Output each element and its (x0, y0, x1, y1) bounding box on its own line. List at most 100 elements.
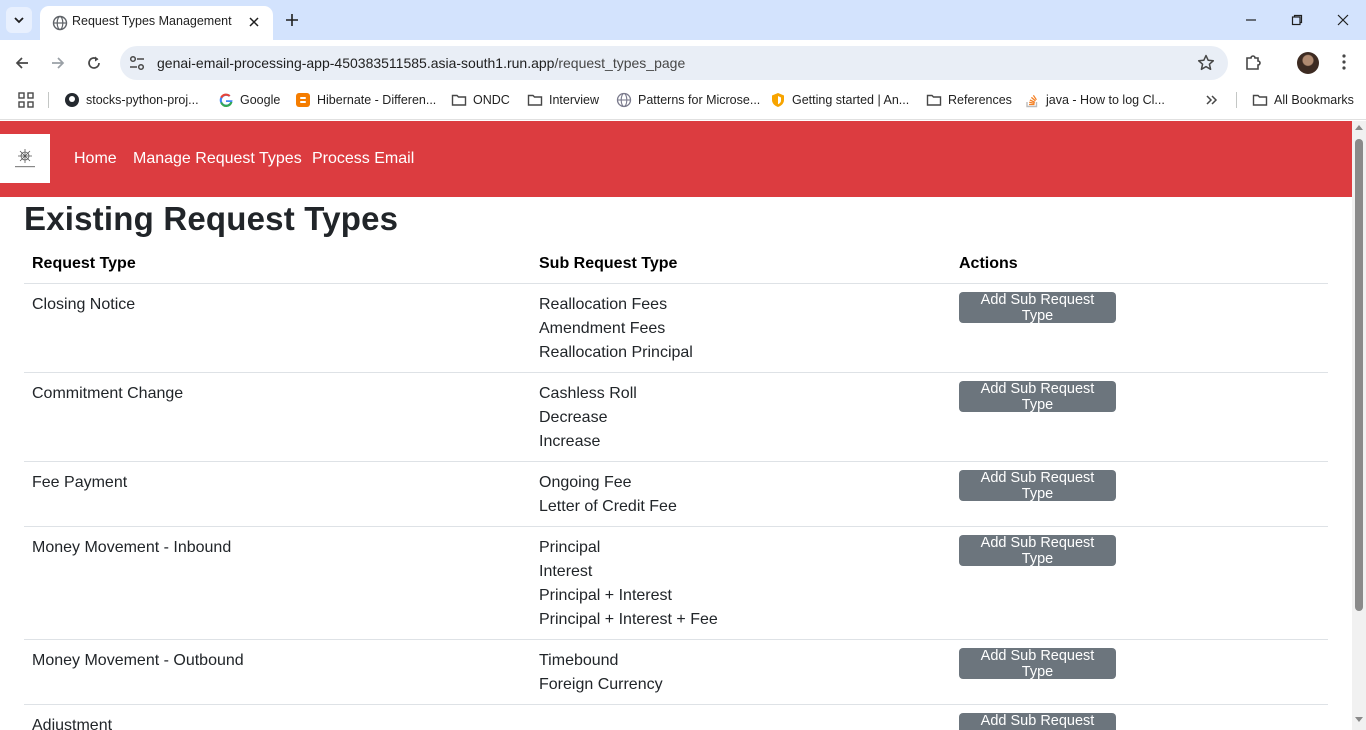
sub-request-item: Cashless Roll (539, 385, 637, 402)
url-host: genai-email-processing-app-450383511585.… (157, 55, 555, 71)
add-sub-request-type-button[interactable]: Add Sub Request Type (959, 535, 1116, 567)
sub-request-list: Cashless Roll Decrease Increase (539, 382, 637, 454)
table-divider (24, 704, 1328, 705)
bookmark-item[interactable]: Patterns for Microse... (616, 91, 760, 109)
page-viewport: Home Manage Request Types Process Email … (0, 121, 1352, 730)
folder-icon (451, 94, 467, 106)
stackoverflow-icon (1026, 94, 1038, 108)
sub-request-item: Reallocation Fees (539, 296, 668, 313)
sub-request-item: Principal + Interest (539, 587, 672, 604)
github-icon (65, 93, 79, 107)
url-path: /request_types_page (554, 55, 686, 71)
bookmark-label: Google (240, 93, 281, 107)
column-header-sub-request-type: Sub Request Type (539, 255, 678, 272)
globe-icon (616, 92, 632, 108)
toolbar-divider (0, 119, 1366, 120)
all-bookmarks-button[interactable]: All Bookmarks (1252, 91, 1354, 109)
bookmark-item[interactable]: java - How to log Cl... (1024, 91, 1165, 109)
page-scrollbar[interactable] (1352, 121, 1366, 730)
tab-search-chevron-icon[interactable] (6, 7, 32, 33)
request-type-cell: Money Movement - Inbound (32, 539, 232, 556)
request-type-cell: Adjustment (32, 717, 113, 730)
bookmark-label: stocks-python-proj... (86, 93, 199, 107)
browser-tab[interactable]: Request Types Management (40, 6, 273, 40)
bookmark-item[interactable]: Hibernate - Differen... (295, 91, 436, 109)
forward-arrow-icon[interactable] (45, 50, 71, 76)
tab-title: Request Types Management (72, 14, 232, 28)
restore-icon[interactable] (1277, 6, 1317, 34)
bookmark-star-icon[interactable] (1196, 53, 1216, 73)
more-bookmarks-chevron-icon[interactable] (1204, 91, 1220, 109)
request-type-cell: Commitment Change (32, 385, 184, 402)
bookmark-label: Getting started | An... (792, 93, 910, 107)
nav-link-manage-request-types[interactable]: Manage Request Types (133, 150, 302, 168)
close-window-icon[interactable] (1323, 6, 1363, 34)
bookmark-item[interactable]: stocks-python-proj... (64, 91, 199, 109)
nav-link-process-email[interactable]: Process Email (312, 150, 414, 168)
table-divider (24, 461, 1328, 462)
bookmark-label: Hibernate - Differen... (317, 93, 437, 107)
shield-icon (772, 93, 784, 107)
sub-request-item: Reallocation Principal (539, 344, 693, 361)
request-type-cell: Closing Notice (32, 296, 136, 313)
bookmark-item[interactable]: Google (218, 91, 280, 109)
sub-request-list: Principal Interest Principal + Interest … (539, 536, 718, 632)
scrollbar-thumb[interactable] (1355, 139, 1363, 611)
table-divider (24, 526, 1328, 527)
more-menu-icon[interactable] (1333, 51, 1355, 73)
sub-request-item: Timebound (539, 652, 619, 669)
sub-request-item: Increase (539, 433, 601, 450)
bookmark-label: Interview (549, 93, 600, 107)
folder-icon (926, 94, 942, 106)
address-bar[interactable]: genai-email-processing-app-450383511585.… (120, 46, 1228, 80)
bookmarks-separator (48, 92, 49, 108)
add-sub-request-type-button[interactable]: Add Sub Request Type (959, 470, 1116, 502)
add-sub-request-type-button[interactable]: Add Sub Request Type (959, 648, 1116, 680)
bookmark-item[interactable]: ONDC (451, 91, 510, 109)
sub-request-list: Ongoing Fee Letter of Credit Fee (539, 471, 677, 519)
profile-avatar[interactable] (1297, 52, 1319, 74)
all-bookmarks-label: All Bookmarks (1274, 93, 1354, 107)
add-sub-request-type-button[interactable]: Add Sub Request Type (959, 292, 1116, 324)
sub-request-item: Interest (539, 563, 593, 580)
url-text: genai-email-processing-app-450383511585.… (157, 55, 685, 71)
request-type-cell: Fee Payment (32, 474, 128, 491)
sub-request-item: Principal (539, 539, 601, 556)
scroll-down-arrow-icon[interactable] (1355, 717, 1363, 722)
add-sub-request-type-button[interactable]: Add Sub Request Type (959, 381, 1116, 413)
app-navbar: Home Manage Request Types Process Email (0, 121, 1352, 197)
add-sub-request-type-button[interactable]: Add Sub Request Type (959, 713, 1116, 730)
sub-request-item: Foreign Currency (539, 676, 663, 693)
close-tab-icon[interactable] (245, 13, 263, 31)
sub-request-list: Reallocation Fees Amendment Fees Realloc… (539, 293, 693, 365)
page-title: Existing Request Types (24, 200, 399, 237)
bookmark-label: References (948, 93, 1012, 107)
extensions-puzzle-icon[interactable] (1243, 51, 1265, 73)
column-header-actions: Actions (959, 255, 1018, 272)
tab-strip: Request Types Management (0, 0, 1366, 40)
table-divider (24, 283, 1328, 284)
bookmark-label: ONDC (473, 93, 510, 107)
table-divider (24, 372, 1328, 373)
bookmarks-separator (1236, 92, 1237, 108)
back-arrow-icon[interactable] (9, 50, 35, 76)
app-logo[interactable] (0, 134, 50, 183)
site-settings-icon[interactable] (128, 54, 146, 72)
request-type-cell: Money Movement - Outbound (32, 652, 244, 669)
nav-link-home[interactable]: Home (74, 150, 117, 168)
folder-icon (1252, 94, 1268, 106)
scroll-up-arrow-icon[interactable] (1355, 125, 1363, 130)
sub-request-list: Timebound Foreign Currency (539, 649, 663, 697)
bookmark-item[interactable]: Getting started | An... (770, 91, 909, 109)
sub-request-item: Decrease (539, 409, 608, 426)
globe-icon (52, 15, 68, 31)
bookmark-item[interactable]: Interview (527, 91, 599, 109)
sub-request-item: Ongoing Fee (539, 474, 632, 491)
minimize-icon[interactable] (1231, 6, 1271, 34)
google-icon (219, 93, 233, 108)
bookmark-item[interactable]: References (926, 91, 1012, 109)
blogger-icon (296, 93, 310, 107)
new-tab-icon[interactable] (281, 9, 303, 31)
reload-icon[interactable] (81, 50, 107, 76)
apps-grid-icon[interactable] (18, 91, 34, 109)
